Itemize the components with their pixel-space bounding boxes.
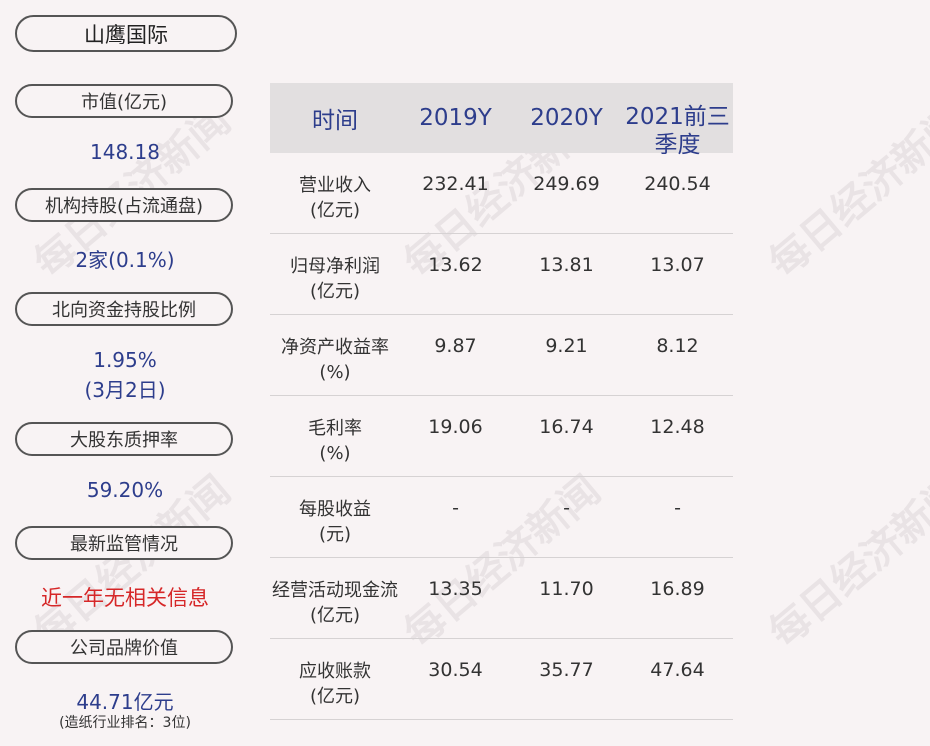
company-name: 山鹰国际 <box>15 15 237 52</box>
table-row: 应收账款 (亿元) 30.54 35.77 47.64 <box>270 639 733 720</box>
table-cell: 16.74 <box>539 416 594 438</box>
regulatory-value: 近一年无相关信息 <box>41 586 209 610</box>
table-cell: 9.87 <box>434 335 477 357</box>
table-cell: 16.89 <box>650 578 705 600</box>
table-row: 毛利率 (%) 19.06 16.74 12.48 <box>270 396 733 477</box>
header-2020: 2020Y <box>530 105 603 131</box>
table-cell: 13.81 <box>539 254 594 276</box>
table-cell: 13.07 <box>650 254 705 276</box>
table-cell: 9.21 <box>545 335 588 357</box>
table-cell: 240.54 <box>644 173 711 195</box>
table-row: 营业收入 (亿元) 232.41 249.69 240.54 <box>270 153 733 234</box>
header-2021q3: 2021前三季度 <box>625 104 730 158</box>
table-cell: 47.64 <box>650 659 705 681</box>
table-cell: 12.48 <box>650 416 705 438</box>
table-cell: - <box>674 497 681 519</box>
table-cell: - <box>452 497 459 519</box>
northbound-ratio-value: 1.95% <box>93 348 157 372</box>
table-cell: 8.12 <box>656 335 699 357</box>
table-row: 归母净利润 (亿元) 13.62 13.81 13.07 <box>270 234 733 315</box>
watermark: 每日经济新闻 <box>760 97 930 287</box>
regulatory-label: 最新监管情况 <box>15 526 233 560</box>
brand-value-label: 公司品牌价值 <box>15 630 233 664</box>
table-cell: 35.77 <box>539 659 594 681</box>
financial-table: 时间 2019Y 2020Y 2021前三季度 营业收入 (亿元) 232.41 2… <box>270 83 733 720</box>
table-cell: 11.70 <box>539 578 594 600</box>
row-label: 经营活动现金流 (亿元) <box>272 580 398 626</box>
brand-rank-note: (造纸行业排名：3位) <box>59 715 191 731</box>
table-cell: 13.62 <box>428 254 483 276</box>
market-cap-label: 市值(亿元) <box>15 84 233 118</box>
row-label: 营业收入 (亿元) <box>299 175 371 221</box>
institutional-holding-label: 机构持股(占流通盘) <box>15 188 233 222</box>
brand-value-value: 44.71亿元 <box>76 690 174 714</box>
table-cell: 19.06 <box>428 416 483 438</box>
row-label: 每股收益 (元) <box>299 499 371 545</box>
table-row: 经营活动现金流 (亿元) 13.35 11.70 16.89 <box>270 558 733 639</box>
pledge-ratio-value: 59.20% <box>86 478 164 502</box>
header-time: 时间 <box>312 108 358 134</box>
table-cell: - <box>563 497 570 519</box>
table-cell: 30.54 <box>428 659 483 681</box>
table-cell: 232.41 <box>422 173 489 195</box>
table-cell: 249.69 <box>533 173 600 195</box>
watermark: 每日经济新闻 <box>760 467 930 657</box>
table-row: 净资产收益率 (%) 9.87 9.21 8.12 <box>270 315 733 396</box>
table-row: 每股收益 (元) - - - <box>270 477 733 558</box>
table-header: 时间 2019Y 2020Y 2021前三季度 <box>270 83 733 158</box>
row-label: 毛利率 (%) <box>308 418 362 464</box>
pledge-ratio-label: 大股东质押率 <box>15 422 233 456</box>
row-label: 应收账款 (亿元) <box>299 661 371 707</box>
northbound-ratio-date: (3月2日) <box>84 378 166 402</box>
market-cap-value: 148.18 <box>90 140 160 164</box>
northbound-ratio-label: 北向资金持股比例 <box>15 292 233 326</box>
header-2019: 2019Y <box>419 105 492 131</box>
row-label: 归母净利润 (亿元) <box>290 256 380 302</box>
row-label: 净资产收益率 (%) <box>281 337 389 383</box>
institutional-holding-value: 2家(0.1%) <box>75 248 175 272</box>
table-cell: 13.35 <box>428 578 483 600</box>
